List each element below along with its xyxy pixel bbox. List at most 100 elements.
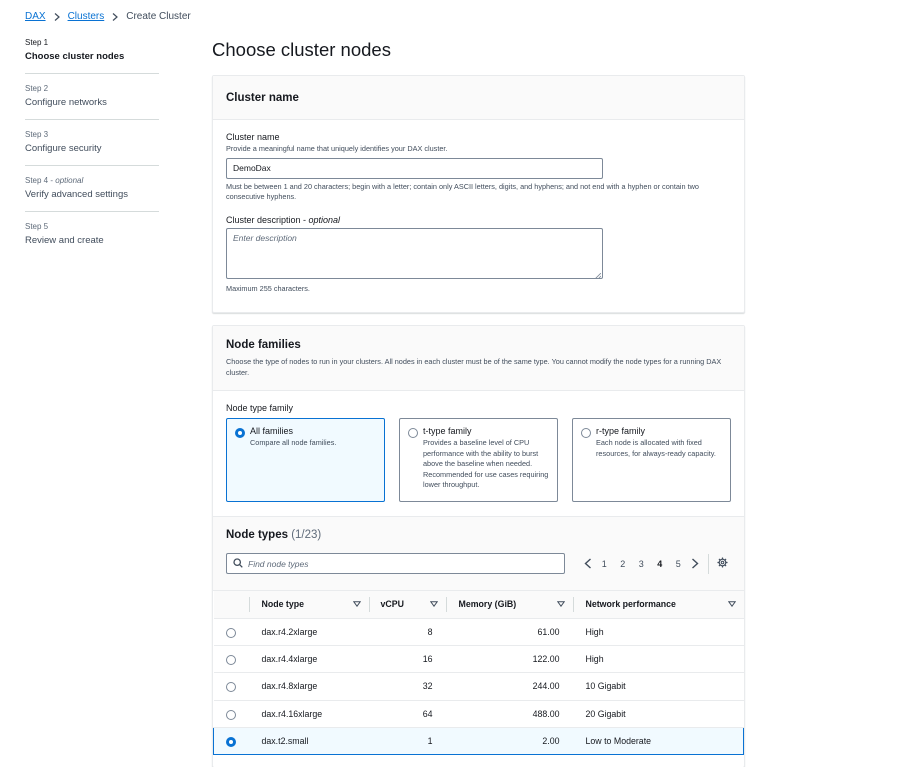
cluster-name-label: Cluster name — [226, 132, 280, 142]
node-type-cell: dax.r4.4xlarge — [248, 645, 369, 674]
tile-description: Provides a baseline level of CPU perform… — [423, 438, 549, 489]
page-3-button[interactable]: 3 — [632, 559, 651, 569]
network-cell: 10 Gigabit — [572, 672, 744, 701]
column-header-node-type[interactable]: Node type — [248, 591, 369, 619]
sort-icon[interactable] — [429, 599, 438, 609]
family-tile-all[interactable]: All families Compare all node families. — [226, 418, 385, 502]
step-name: Choose cluster nodes — [25, 51, 125, 62]
table-row[interactable]: dax.r4.4xlarge 16 122.00 High — [213, 645, 744, 674]
cluster-name-description: Provide a meaningful name that uniquely … — [226, 144, 448, 153]
resize-grip-icon[interactable] — [594, 271, 602, 279]
cluster-description-constraint: Maximum 255 characters. — [226, 283, 310, 293]
panel-heading: Cluster name — [226, 91, 299, 104]
column-header-network-performance[interactable]: Network performance — [572, 591, 744, 619]
vcpu-cell: 1 — [368, 727, 446, 756]
page-4-button[interactable]: 4 — [651, 559, 670, 569]
tile-description: Each node is allocated with fixed resour… — [596, 438, 716, 458]
divider — [707, 553, 709, 574]
sort-icon[interactable] — [352, 599, 361, 609]
node-families-description: Choose the type of nodes to run in your … — [226, 357, 722, 377]
vcpu-cell: 8 — [368, 618, 446, 646]
search-placeholder: Find node types — [248, 558, 309, 569]
row-radio-selected-icon[interactable] — [226, 737, 236, 748]
wizard-steps: Step 1 Choose cluster nodes Step 2 Confi… — [25, 38, 159, 267]
step-2[interactable]: Step 2 Configure networks — [25, 84, 159, 120]
search-input[interactable]: Find node types — [226, 553, 565, 574]
tile-description: Compare all node families. — [250, 438, 337, 447]
sort-icon[interactable] — [727, 599, 736, 609]
memory-cell: 2.00 — [445, 727, 573, 756]
memory-cell: 244.00 — [445, 672, 573, 701]
step-name: Verify advanced settings — [25, 189, 128, 200]
table-row[interactable]: dax.r4.8xlarge 32 244.00 10 Gigabit — [213, 672, 744, 701]
row-radio-icon[interactable] — [225, 709, 236, 720]
vcpu-cell: 32 — [368, 672, 446, 701]
table-row-selected[interactable]: dax.t2.small 1 2.00 Low to Moderate — [213, 727, 744, 756]
node-type-cell: dax.r4.8xlarge — [248, 672, 369, 701]
search-icon — [233, 555, 243, 573]
table-row[interactable]: dax.r4.16xlarge 64 488.00 20 Gigabit — [213, 700, 744, 729]
vcpu-cell: 16 — [368, 645, 446, 674]
next-page-icon[interactable] — [688, 558, 702, 569]
previous-page-icon[interactable] — [581, 558, 595, 569]
tile-title: t-type family — [423, 426, 472, 436]
node-type-cell: dax.r4.16xlarge — [248, 700, 369, 729]
step-number: Step 1 — [25, 38, 49, 47]
cluster-name-panel: Cluster name Cluster name Provide a mean… — [212, 75, 745, 313]
step-3[interactable]: Step 3 Configure security — [25, 130, 159, 166]
family-tiles: All families Compare all node families. … — [226, 418, 731, 502]
breadcrumb-link-clusters[interactable]: Clusters — [68, 11, 105, 22]
node-families-panel: Node families Choose the type of nodes t… — [212, 325, 745, 767]
step-name: Configure networks — [25, 97, 107, 108]
pagination: 1 2 3 4 5 — [581, 558, 702, 569]
radio-icon[interactable] — [581, 428, 591, 438]
radio-selected-icon[interactable] — [235, 428, 245, 438]
page-2-button[interactable]: 2 — [614, 559, 633, 569]
settings-gear-icon[interactable] — [716, 555, 728, 573]
breadcrumb: DAX Clusters Create Cluster — [25, 11, 191, 22]
column-header-memory[interactable]: Memory (GiB) — [445, 591, 573, 619]
page-1-button[interactable]: 1 — [595, 559, 614, 569]
node-type-cell: dax.t2.small — [248, 727, 369, 756]
chevron-right-icon — [52, 12, 62, 22]
node-type-family-label: Node type family — [226, 403, 294, 413]
breadcrumb-current: Create Cluster — [126, 11, 191, 22]
step-name: Review and create — [25, 235, 104, 246]
family-tile-r-type[interactable]: r-type family Each node is allocated wit… — [572, 418, 731, 502]
family-tile-t-type[interactable]: t-type family Provides a baseline level … — [399, 418, 558, 502]
tile-title: All families — [250, 426, 294, 436]
step-1[interactable]: Step 1 Choose cluster nodes — [25, 38, 159, 74]
step-4[interactable]: Step 4 - optional Verify advanced settin… — [25, 176, 159, 212]
tile-title: r-type family — [596, 426, 646, 436]
radio-icon[interactable] — [408, 428, 418, 438]
node-types-count: (1/23) — [291, 529, 322, 541]
step-number: Step 5 — [25, 222, 49, 231]
table-row[interactable]: dax.r4.2xlarge 8 61.00 High — [213, 618, 744, 646]
sort-icon[interactable] — [556, 599, 565, 609]
step-5[interactable]: Step 5 Review and create — [25, 222, 159, 257]
cluster-description-textarea[interactable]: Enter description — [226, 227, 603, 279]
network-cell: High — [572, 618, 744, 646]
row-radio-icon[interactable] — [225, 627, 236, 638]
node-types-table: Node type vCPU Memory (GiB) Network perf… — [213, 591, 744, 756]
cluster-name-constraint: Must be between 1 and 20 characters; beg… — [226, 181, 699, 202]
step-number: Step 2 — [25, 84, 49, 93]
panel-header: Cluster name — [213, 76, 744, 120]
node-types-heading: Node types (1/23) — [226, 529, 322, 541]
node-type-cell: dax.r4.2xlarge — [248, 618, 369, 646]
row-radio-icon[interactable] — [225, 682, 236, 693]
panel-header: Node families Choose the type of nodes t… — [213, 326, 744, 391]
column-header-vcpu[interactable]: vCPU — [368, 591, 446, 619]
network-cell: 20 Gigabit — [572, 700, 744, 729]
cluster-description-label: Cluster description - optional — [226, 214, 341, 225]
memory-cell: 122.00 — [445, 645, 573, 674]
network-cell: Low to Moderate — [572, 727, 744, 756]
network-cell: High — [572, 645, 744, 674]
memory-cell: 488.00 — [445, 700, 573, 729]
step-number: Step 3 — [25, 130, 49, 139]
panel-heading: Node families — [226, 339, 301, 351]
cluster-name-input[interactable]: DemoDax — [226, 157, 603, 179]
page-5-button[interactable]: 5 — [669, 559, 688, 569]
breadcrumb-link-dax[interactable]: DAX — [25, 11, 46, 22]
row-radio-icon[interactable] — [225, 655, 236, 666]
